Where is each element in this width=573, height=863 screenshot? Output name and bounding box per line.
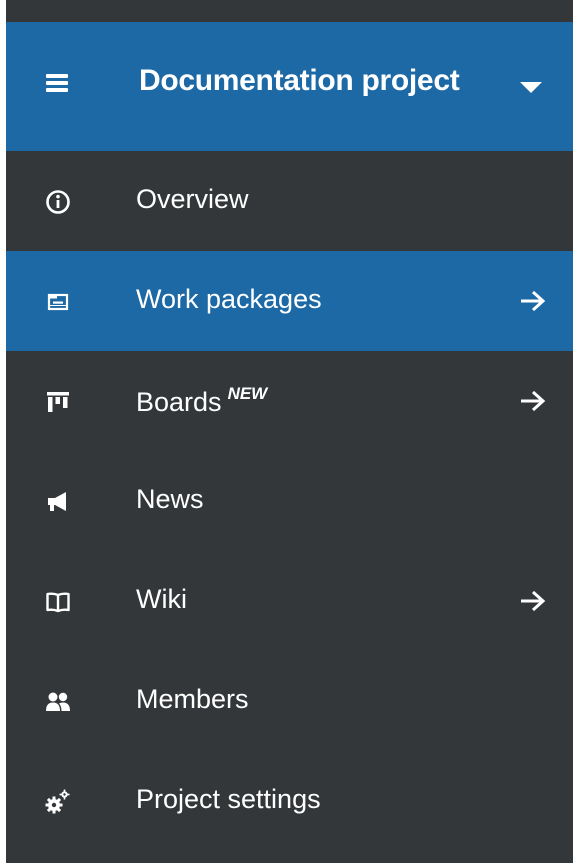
menu-item-label: Project settings bbox=[136, 784, 321, 814]
caret-down-icon[interactable] bbox=[520, 82, 542, 93]
boards-icon bbox=[45, 389, 71, 415]
project-title[interactable]: Documentation project bbox=[139, 64, 460, 98]
arrow-right-icon[interactable] bbox=[518, 287, 548, 315]
menu-item-label: News bbox=[136, 484, 204, 514]
project-sidebar: Documentation project Overview Work pack… bbox=[6, 0, 573, 863]
settings-gears-icon bbox=[45, 789, 71, 815]
project-header: Documentation project bbox=[6, 22, 573, 151]
menu-item-news[interactable]: News bbox=[6, 451, 573, 551]
menu-item-members[interactable]: Members bbox=[6, 651, 573, 751]
hamburger-icon[interactable] bbox=[46, 74, 68, 92]
menu-item-work-packages[interactable]: Work packages bbox=[6, 251, 573, 351]
menu-item-wiki[interactable]: Wiki bbox=[6, 551, 573, 651]
members-icon bbox=[45, 689, 71, 715]
arrow-right-icon[interactable] bbox=[518, 587, 548, 615]
menu-item-label: Members bbox=[136, 684, 249, 714]
menu-item-overview[interactable]: Overview bbox=[6, 151, 573, 251]
wiki-book-icon bbox=[45, 589, 71, 615]
news-megaphone-icon bbox=[45, 489, 71, 515]
work-packages-icon bbox=[45, 289, 71, 315]
arrow-right-icon[interactable] bbox=[518, 387, 548, 415]
menu-item-project-settings[interactable]: Project settings bbox=[6, 751, 573, 851]
menu-item-label: Wiki bbox=[136, 584, 187, 614]
main-menu: Overview Work packages Boards NEW News W… bbox=[6, 151, 573, 851]
boards-label-text: Boards bbox=[136, 387, 222, 417]
menu-item-label: Overview bbox=[136, 184, 249, 214]
menu-item-label: Work packages bbox=[136, 284, 322, 314]
menu-item-label: Boards NEW bbox=[136, 384, 267, 418]
new-badge: NEW bbox=[227, 384, 268, 403]
menu-item-boards[interactable]: Boards NEW bbox=[6, 351, 573, 451]
info-icon bbox=[45, 189, 71, 215]
